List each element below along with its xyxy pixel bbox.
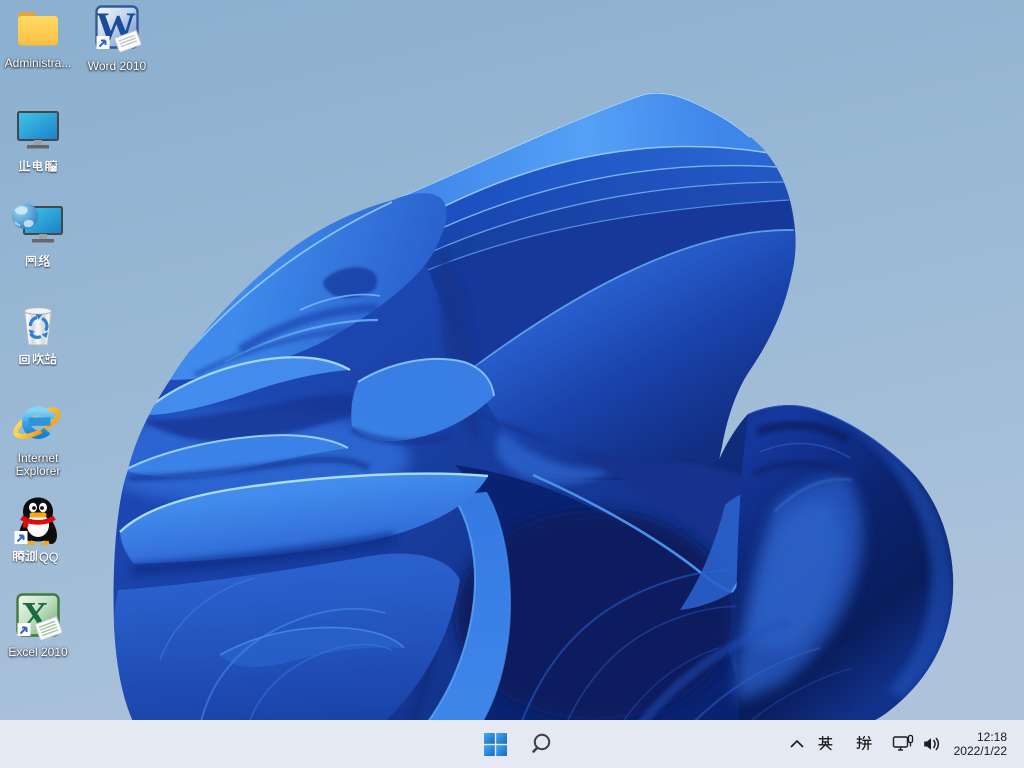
- svg-text:QQ: QQ: [39, 551, 59, 565]
